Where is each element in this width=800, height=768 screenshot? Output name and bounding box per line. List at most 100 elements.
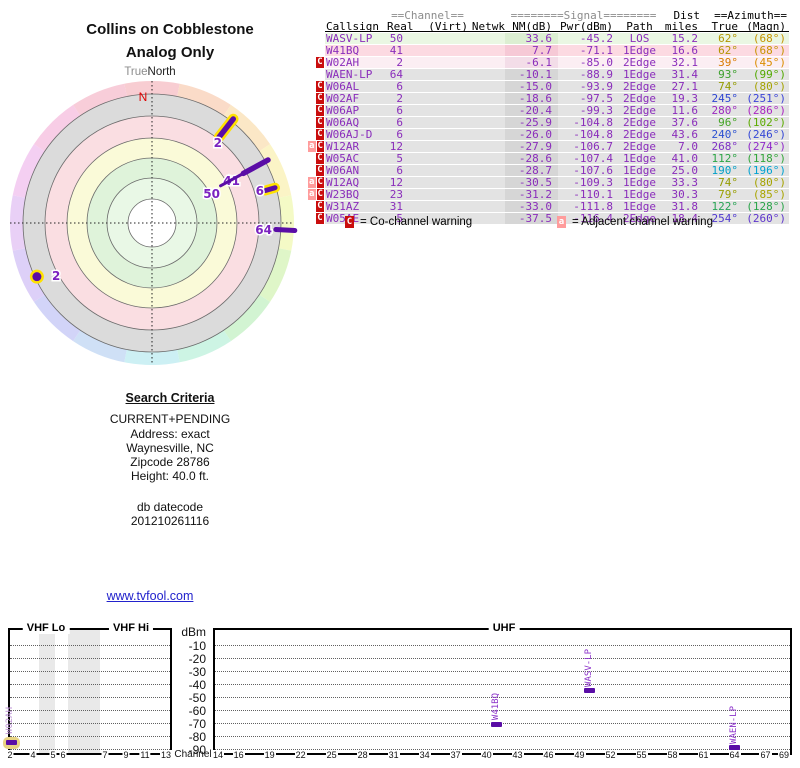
warn-badges: aC xyxy=(308,189,324,200)
channel-tick-uhf: 52 xyxy=(604,750,617,760)
channel-tick-uhf: 49 xyxy=(573,750,586,760)
cell-real: 6 xyxy=(396,80,403,93)
cell-pwr: -111.8 xyxy=(573,200,613,213)
warn-badges: aC xyxy=(308,141,324,152)
dbm-gridline xyxy=(10,671,170,672)
dbm-axis-label: dBm xyxy=(181,625,206,639)
cell-netwk xyxy=(468,129,505,140)
dbm-gridline xyxy=(10,684,170,685)
cell-path: 2Edge xyxy=(622,92,657,105)
cell-true: 62° xyxy=(718,32,738,45)
non-tv-frequency-band xyxy=(39,630,55,753)
cell-real: 64 xyxy=(389,68,403,81)
cell-nm: -31.2 xyxy=(505,189,558,200)
cell-virt xyxy=(403,33,468,44)
radar-channel-label-W02AH: 2 xyxy=(214,136,222,150)
cell-netwk xyxy=(468,81,505,92)
dbm-gridline xyxy=(215,697,790,698)
cell-pwr: -93.9 xyxy=(579,80,613,93)
warn-badges: C xyxy=(308,129,324,140)
column-header-miles: miles xyxy=(664,20,698,33)
channel-tick-vhf: 2 xyxy=(6,750,14,760)
cell-netwk xyxy=(468,189,505,200)
dbm-gridline xyxy=(215,671,790,672)
cell-pwr: -85.0 xyxy=(579,56,613,69)
legend-co-channel-text: = Co-channel warning xyxy=(360,216,473,228)
cell-netwk xyxy=(468,153,505,164)
co-channel-badge: C xyxy=(316,129,324,140)
cell-virt xyxy=(403,141,468,152)
db-datecode-value: 201210261116 xyxy=(130,514,210,528)
cell-nm: -33.0 xyxy=(505,201,558,212)
cell-virt xyxy=(403,57,468,68)
cell-cs: W02AH xyxy=(326,56,360,69)
cell-pwr: -107.4 xyxy=(573,152,613,165)
table-row: C W02AF 2 -18.6 -97.5 2Edge 19.3 245° (251°) xyxy=(316,92,789,105)
cell-virt xyxy=(403,45,468,56)
cell-path: 1Edge xyxy=(622,164,657,177)
dbm-tick-label: -10 xyxy=(188,638,206,653)
warn-badges: C xyxy=(308,93,324,104)
cell-pwr: -71.1 xyxy=(579,44,613,57)
dbm-tick-label: -70 xyxy=(188,716,206,731)
channel-tick-uhf: 61 xyxy=(697,750,710,760)
cell-cs: W02AF xyxy=(326,92,360,105)
cell-virt xyxy=(403,105,468,116)
cell-pwr: -107.6 xyxy=(573,164,613,177)
cell-true: 96° xyxy=(718,116,738,129)
cell-virt xyxy=(403,69,468,80)
cell-real: 31 xyxy=(389,200,403,213)
channel-tick-uhf: 25 xyxy=(325,750,338,760)
table-row: C W06AN 6 -28.7 -107.6 1Edge 25.0 190° (196°) xyxy=(316,164,789,177)
cell-real: 50 xyxy=(389,32,403,45)
dbm-tick-label: -20 xyxy=(188,651,206,666)
cell-miles: 27.1 xyxy=(671,80,699,93)
tvfool-link[interactable]: www.tvfool.com xyxy=(107,589,194,603)
cell-netwk xyxy=(468,213,505,224)
search-criteria-line: CURRENT+PENDING xyxy=(109,412,231,426)
co-channel-badge: C xyxy=(316,93,324,104)
dbm-gridline xyxy=(215,658,790,659)
cell-pwr: -45.2 xyxy=(579,32,613,45)
radar-channel-label-WAEN-LP: 64 xyxy=(255,223,272,237)
cell-cs: W06AJ-D xyxy=(326,128,373,141)
cell-path: 2Edge xyxy=(622,104,657,117)
channel-tick-uhf: 14 xyxy=(211,750,225,760)
north-marker: N xyxy=(139,90,148,104)
cell-virt xyxy=(403,153,468,164)
radar-channel-label-WASV-LP: 50 xyxy=(203,187,220,201)
legend-adjacent-channel-text: = Adjacent channel warning xyxy=(572,216,713,228)
station-marker-W02AF xyxy=(32,272,42,282)
cell-miles: 11.6 xyxy=(671,104,699,117)
cell-true: 190° xyxy=(711,164,739,177)
cell-cs: W31AZ xyxy=(326,200,360,213)
table-row: C W06AQ 6 -25.9 -104.8 2Edge 37.6 96° (102°) xyxy=(316,116,789,129)
cell-nm: -30.5 xyxy=(505,177,558,188)
cell-pwr: -110.1 xyxy=(573,188,613,201)
dbm-gridline xyxy=(215,645,790,646)
co-channel-badge: C xyxy=(316,117,324,128)
radar-channel-label-W06AL: 6 xyxy=(256,184,264,198)
channel-tick-uhf: 67 xyxy=(759,750,772,760)
cell-nm: -10.1 xyxy=(505,69,558,80)
cell-magn: (196°) xyxy=(746,164,786,177)
channel-tick-vhf: 11 xyxy=(139,750,151,760)
cell-nm: -37.5 xyxy=(505,213,558,224)
dbm-gridline xyxy=(10,658,170,659)
cell-cs: W41BQ xyxy=(326,44,360,57)
channel-tick-uhf: 34 xyxy=(418,750,431,760)
table-row: C W05AC 5 -28.6 -107.4 1Edge 41.0 112° (118°) xyxy=(316,152,789,165)
cell-true: 79° xyxy=(718,188,738,201)
cell-virt xyxy=(403,165,468,176)
tvfool-link-wrap: www.tvfool.com xyxy=(0,589,300,603)
cell-magn: (68°) xyxy=(752,32,786,45)
cell-virt xyxy=(403,201,468,212)
cell-path: LOS xyxy=(629,32,650,45)
cell-netwk xyxy=(468,177,505,188)
dbm-tick-label: -90 xyxy=(188,742,206,757)
cell-magn: (274°) xyxy=(746,140,786,153)
dbm-tick-label: -60 xyxy=(188,703,206,718)
cell-nm: 7.7 xyxy=(505,45,558,56)
channel-tick-uhf: 46 xyxy=(542,750,555,760)
cell-path: 1Edge xyxy=(622,200,657,213)
